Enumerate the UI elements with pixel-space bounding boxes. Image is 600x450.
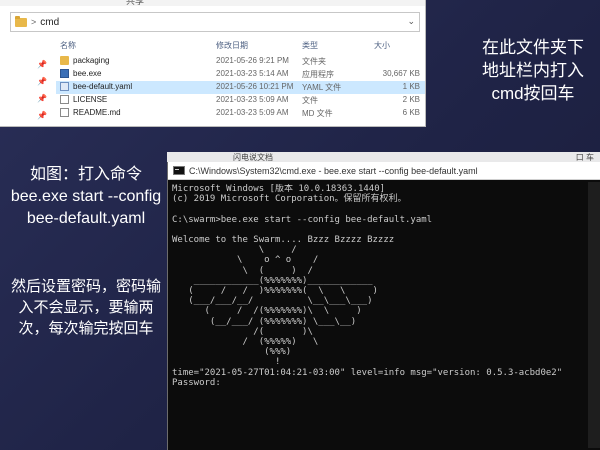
file-name: packaging (73, 56, 110, 65)
column-header-name[interactable]: 名称 (60, 40, 76, 51)
terminal-icon (173, 166, 185, 175)
folder-icon (15, 15, 27, 27)
file-type: MD 文件 (302, 109, 333, 118)
terminal-line: / (%%%%%) \ (172, 337, 319, 348)
pin-icon: 📌 (37, 60, 47, 69)
ribbon-strip: 共享 (0, 0, 425, 6)
terminal-line: time="2021-05-27T01:04:21-03:00" level=i… (172, 367, 563, 378)
file-row-license[interactable]: LICENSE 2021-03-23 5:09 AM 文件 2 KB (56, 94, 425, 107)
markdown-icon (60, 108, 69, 117)
terminal-line: Welcome to the Swarm.... Bzzz Bzzzz Bzzz… (172, 235, 395, 246)
column-header-type[interactable]: 类型 (302, 40, 318, 51)
file-date: 2021-03-23 5:09 AM (216, 108, 289, 117)
column-header-size[interactable]: 大小 (374, 40, 390, 51)
terminal-line: \ ( ) / (172, 265, 313, 276)
caption-right: 在此文件夹下地址栏内打入cmd按回车 (482, 38, 584, 103)
file-name: README.md (73, 108, 121, 117)
terminal-line: (c) 2019 Microsoft Corporation。保留所有权利。 (172, 194, 407, 205)
file-date: 2021-03-23 5:09 AM (216, 95, 289, 104)
file-size: 6 KB (402, 108, 420, 117)
file-size: 2 KB (402, 95, 420, 104)
terminal-line: (__/___/ (%%%%%%%) \___\__) (172, 316, 357, 327)
terminal-line: C:\swarm>bee.exe start --config bee-defa… (172, 214, 433, 225)
file-name: LICENSE (73, 95, 108, 104)
file-date: 2021-05-26 9:21 PM (216, 56, 289, 65)
file-name: bee-default.yaml (73, 82, 133, 91)
file-row-readme[interactable]: README.md 2021-03-23 5:09 AM MD 文件 6 KB (56, 107, 425, 120)
terminal-line: \ o ^ o / (172, 255, 319, 266)
pin-icon: 📌 (37, 111, 47, 120)
pin-icon: 📌 (37, 94, 47, 103)
terminal-line: ( / / )%%%%%%%( \ \ ) (172, 286, 378, 297)
navigation-pane: 📌 📌 📌 📌 (0, 38, 56, 126)
address-separator: > (31, 17, 37, 27)
file-size: 1 KB (402, 82, 420, 91)
file-name: bee.exe (73, 69, 102, 78)
address-text[interactable]: cmd (40, 17, 59, 28)
caption-left-password: 然后设置密码，密码输入不会显示，要输两次，每次输完按回车 (10, 278, 161, 337)
file-type: 文件 (302, 96, 318, 105)
file-list-header: 名称 修改日期 类型 大小 (56, 38, 425, 52)
file-type: 应用程序 (302, 70, 334, 79)
file-explorer-window: 共享 > cmd ⌄ 📌 📌 📌 📌 名称 修改日期 类型 大小 packagi… (0, 0, 426, 127)
exe-icon (60, 69, 69, 78)
file-row-bee-default-yaml[interactable]: bee-default.yaml 2021-05-26 10:21 PM YAM… (56, 81, 425, 94)
caption-left-command: 如图：打入命令bee.exe start --config bee-defaul… (10, 166, 162, 227)
address-bar[interactable]: > cmd ⌄ (10, 12, 420, 32)
cmd-window[interactable]: C:\Windows\System32\cmd.exe - bee.exe st… (167, 162, 600, 450)
terminal-line: \ / (172, 245, 297, 256)
background-window-text-right: 口 车 (575, 153, 594, 162)
file-row-packaging[interactable]: packaging 2021-05-26 9:21 PM 文件夹 (56, 55, 425, 68)
file-list: packaging 2021-05-26 9:21 PM 文件夹 bee.exe… (56, 55, 425, 120)
cmd-output[interactable]: Microsoft Windows [版本 10.0.18363.1440] (c… (172, 184, 597, 446)
terminal-line: ____________(%%%%%%%)____________ (172, 275, 373, 286)
terminal-line: /( )\ (172, 326, 313, 337)
ribbon-tab-share[interactable]: 共享 (126, 0, 144, 7)
file-date: 2021-03-23 5:14 AM (216, 69, 289, 78)
file-type: 文件夹 (302, 57, 326, 66)
scrollbar[interactable] (588, 182, 600, 448)
address-dropdown-icon[interactable]: ⌄ (407, 16, 415, 27)
file-row-bee-exe[interactable]: bee.exe 2021-03-23 5:14 AM 应用程序 30,667 K… (56, 68, 425, 81)
pin-icon: 📌 (37, 77, 47, 86)
column-header-date[interactable]: 修改日期 (216, 40, 248, 51)
folder-icon (60, 56, 69, 65)
file-type: YAML 文件 (302, 83, 342, 92)
terminal-line: (%%%) (172, 347, 292, 358)
cmd-title: C:\Windows\System32\cmd.exe - bee.exe st… (189, 165, 478, 176)
document-icon (60, 95, 69, 104)
terminal-line: (___/___/__/ \__\___\___) (172, 296, 373, 307)
file-size: 30,667 KB (382, 69, 420, 78)
background-window-text: 闪电说文档 (233, 153, 273, 162)
terminal-line: ! (172, 357, 281, 368)
terminal-line: Microsoft Windows [版本 10.0.18363.1440] (172, 184, 386, 194)
yaml-icon (60, 82, 69, 91)
terminal-line: Password: (172, 377, 221, 388)
file-date: 2021-05-26 10:21 PM (216, 82, 294, 91)
background-window-strip: 闪电说文档 口 车 (167, 152, 600, 162)
cmd-title-bar[interactable]: C:\Windows\System32\cmd.exe - bee.exe st… (168, 162, 600, 180)
terminal-line: ( / /(%%%%%%%)\ \ ) (172, 306, 362, 317)
